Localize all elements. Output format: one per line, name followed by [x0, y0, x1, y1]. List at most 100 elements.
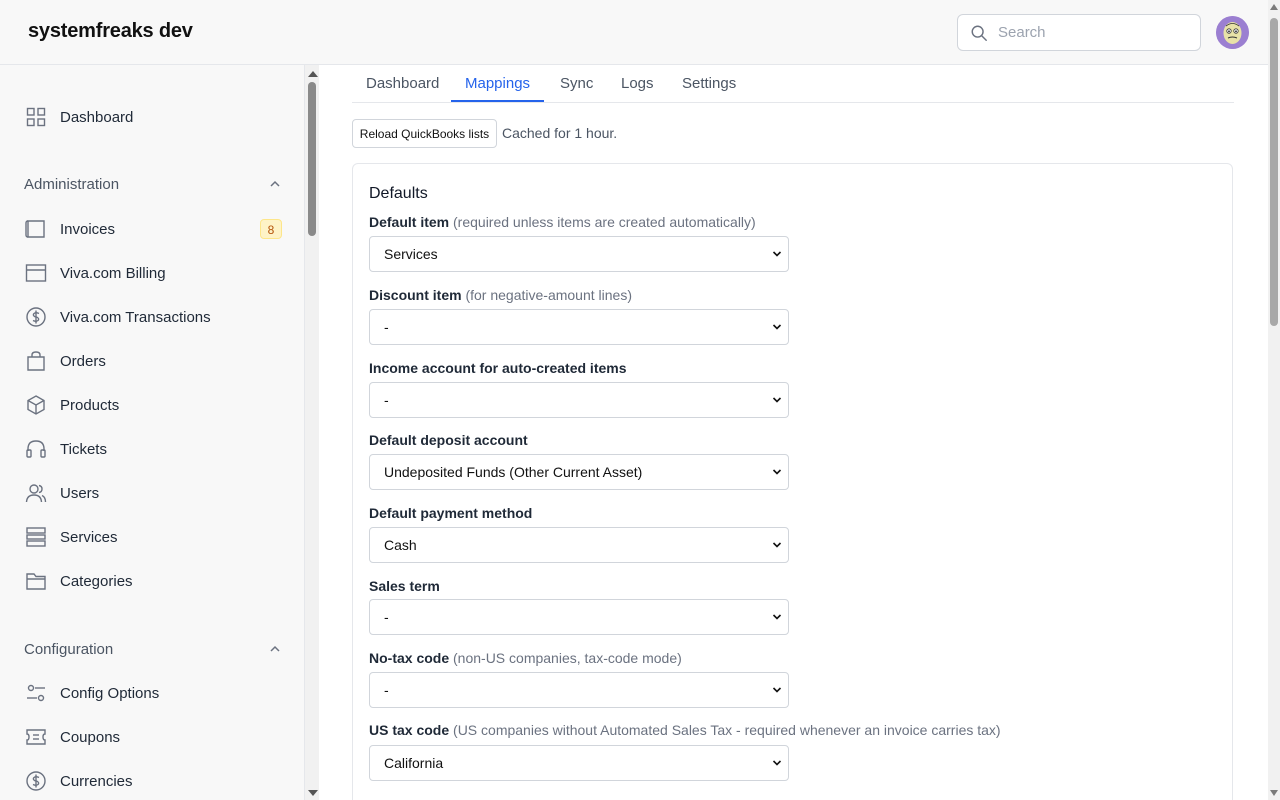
sidebar-item-config-options[interactable]: Config Options	[24, 677, 282, 709]
server-icon	[24, 525, 48, 549]
shopping-bag-icon	[24, 349, 48, 373]
field-label-payment-method: Default payment method	[369, 505, 532, 521]
chevron-down-icon	[772, 397, 782, 403]
tab-settings[interactable]: Settings	[668, 65, 750, 102]
sales-term-select[interactable]: -	[369, 599, 789, 635]
user-avatar-icon	[1216, 16, 1249, 49]
tab-bar: Dashboard Mappings Sync Logs Settings	[352, 65, 1234, 103]
grid-icon	[24, 105, 48, 129]
chevron-down-icon	[772, 542, 782, 548]
defaults-card: Defaults Default item (required unless i…	[352, 163, 1233, 800]
scrollbar-thumb[interactable]	[1270, 18, 1278, 326]
selected-value: California	[384, 755, 444, 771]
sidebar-item-label: Viva.com Transactions	[60, 308, 211, 326]
sidebar-item-viva-billing[interactable]: Viva.com Billing	[24, 257, 282, 289]
tab-dashboard[interactable]: Dashboard	[352, 65, 453, 102]
sidebar-item-label: Products	[60, 396, 120, 414]
selected-value: Undeposited Funds (Other Current Asset)	[384, 464, 643, 480]
sidebar-item-currencies[interactable]: Currencies	[24, 765, 282, 797]
sidebar-item-orders[interactable]: Orders	[24, 345, 282, 377]
label-text: US tax code	[369, 722, 450, 738]
label-hint: (required unless items are created autom…	[453, 214, 756, 230]
chevron-down-icon	[772, 324, 782, 330]
chevron-down-icon	[772, 614, 782, 620]
field-label-income-account: Income account for auto-created items	[369, 360, 627, 376]
selected-value: -	[384, 609, 389, 625]
invoices-count-badge: 8	[260, 219, 282, 239]
deposit-account-select[interactable]: Undeposited Funds (Other Current Asset)	[369, 454, 789, 490]
dollar-icon	[24, 769, 48, 793]
discount-item-select[interactable]: -	[369, 309, 789, 345]
scroll-down-arrow-icon[interactable]	[308, 790, 318, 796]
label-text: Discount item	[369, 287, 462, 303]
us-tax-code-select[interactable]: California	[369, 745, 789, 781]
chevron-up-icon	[270, 645, 280, 652]
section-title: Configuration	[24, 640, 114, 658]
sidebar-item-label: Invoices	[60, 220, 116, 238]
scroll-up-arrow-icon[interactable]	[1270, 4, 1278, 10]
sliders-icon	[24, 681, 48, 705]
selected-value: Services	[384, 246, 438, 262]
headset-icon	[24, 437, 48, 461]
sidebar-item-label: Tickets	[60, 440, 107, 458]
app-title[interactable]: systemfreaks dev	[28, 20, 193, 43]
selected-value: -	[384, 392, 389, 408]
avatar[interactable]	[1216, 16, 1249, 49]
label-text: Default payment method	[369, 505, 533, 521]
billing-icon	[24, 261, 48, 285]
sidebar-item-viva-transactions[interactable]: Viva.com Transactions	[24, 301, 282, 333]
sidebar-item-label: Dashboard	[60, 108, 134, 126]
sidebar-item-dashboard[interactable]: Dashboard	[24, 101, 282, 133]
users-icon	[24, 481, 48, 505]
sidebar-item-label: Categories	[60, 572, 133, 590]
label-text: Default deposit account	[369, 432, 528, 448]
sidebar-item-services[interactable]: Services	[24, 521, 282, 553]
search-input[interactable]	[998, 15, 1194, 50]
chevron-down-icon	[772, 687, 782, 693]
section-configuration[interactable]: Configuration	[24, 637, 282, 661]
card-title: Defaults	[369, 185, 428, 202]
sidebar-item-users[interactable]: Users	[24, 477, 282, 509]
selected-value: -	[384, 319, 389, 335]
label-text: Default item	[369, 214, 450, 230]
sidebar-item-tickets[interactable]: Tickets	[24, 433, 282, 465]
sidebar-item-label: Users	[60, 484, 100, 502]
tab-logs[interactable]: Logs	[607, 65, 668, 102]
field-label-default-item: Default item (required unless items are …	[369, 214, 756, 230]
label-hint: (non-US companies, tax-code mode)	[453, 650, 682, 666]
chevron-down-icon	[772, 760, 782, 766]
field-label-sales-term: Sales term	[369, 578, 440, 594]
sidebar-item-label: Currencies	[60, 772, 133, 790]
field-label-no-tax-code: No-tax code (non-US companies, tax-code …	[369, 650, 682, 666]
sidebar-item-invoices[interactable]: Invoices 8	[24, 213, 282, 245]
tab-mappings[interactable]: Mappings	[451, 65, 545, 102]
sidebar-item-coupons[interactable]: Coupons	[24, 721, 282, 753]
search-icon	[971, 25, 987, 41]
sidebar-item-products[interactable]: Products	[24, 389, 282, 421]
sidebar-scrollbar[interactable]	[305, 65, 319, 800]
section-title: Administration	[24, 175, 120, 193]
section-administration[interactable]: Administration	[24, 172, 282, 196]
folder-icon	[24, 569, 48, 593]
search-box[interactable]	[957, 14, 1201, 51]
sidebar-item-label: Coupons	[60, 728, 121, 746]
tab-sync[interactable]: Sync	[546, 65, 607, 102]
default-item-select[interactable]: Services	[369, 236, 789, 272]
scroll-up-arrow-icon[interactable]	[308, 71, 318, 77]
chevron-up-icon	[270, 180, 280, 187]
cube-icon	[24, 393, 48, 417]
scroll-down-arrow-icon[interactable]	[1270, 790, 1278, 796]
dollar-icon	[24, 305, 48, 329]
cache-note: Cached for 1 hour.	[502, 125, 618, 141]
reload-quickbooks-lists-button[interactable]: Reload QuickBooks lists	[352, 119, 497, 148]
scrollbar-thumb[interactable]	[308, 82, 316, 236]
income-account-select[interactable]: -	[369, 382, 789, 418]
no-tax-code-select[interactable]: -	[369, 672, 789, 708]
chevron-down-icon	[772, 469, 782, 475]
sidebar-item-categories[interactable]: Categories	[24, 565, 282, 597]
chevron-down-icon	[772, 251, 782, 257]
payment-method-select[interactable]: Cash	[369, 527, 789, 563]
label-hint: (for negative-amount lines)	[465, 287, 632, 303]
page-scrollbar[interactable]	[1268, 0, 1280, 800]
field-label-deposit-account: Default deposit account	[369, 432, 528, 448]
